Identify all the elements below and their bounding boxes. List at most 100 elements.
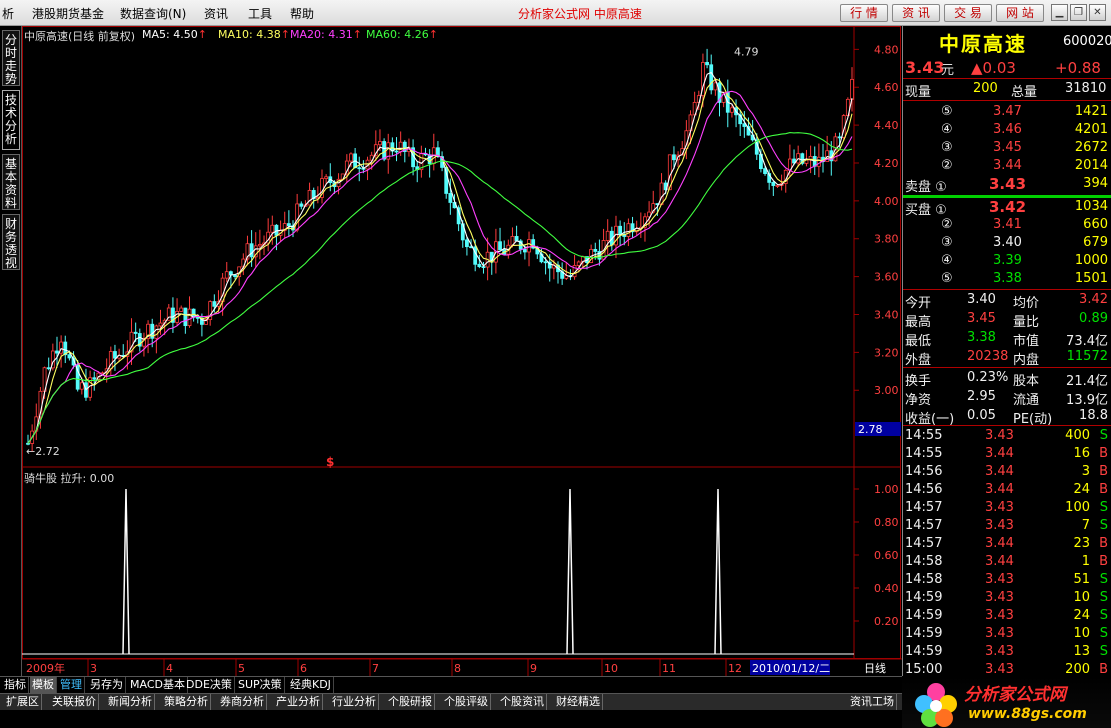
high-annotation: 4.79 <box>734 45 759 58</box>
tab-technical[interactable]: 技术分析 <box>2 90 20 150</box>
tick-side: S <box>1099 500 1108 515</box>
tab-template[interactable]: 模板 <box>30 677 57 693</box>
candle-body <box>605 230 610 241</box>
buy-price: 3.42 <box>989 198 1027 216</box>
stat2-row: 换手 0.23% 股本 21.4亿 <box>903 369 1111 389</box>
tick-side: S <box>1099 626 1108 641</box>
tab-fundamentals[interactable]: 基本资料 <box>2 154 20 210</box>
candle-body <box>295 203 300 231</box>
tick-row: 14:59 3.43 10 S <box>903 625 1111 643</box>
stat-label: 最低 <box>905 334 932 349</box>
tab-info-factory[interactable]: 资讯工场 <box>848 694 897 710</box>
tab-finance-picks[interactable]: 财经精选 <box>554 694 603 710</box>
x-axis-label: 8 <box>454 662 461 675</box>
close-icon[interactable]: ✕ <box>1089 4 1106 21</box>
tab-rating[interactable]: 个股评级 <box>442 694 491 710</box>
sell-level-label: ② <box>941 158 953 173</box>
ma60-legend: MA60: 4.26↑ <box>366 28 438 41</box>
buy-price: 3.40 <box>993 235 1022 250</box>
tab-save-as[interactable]: 另存为 <box>88 677 126 693</box>
tick-price: 3.43 <box>985 662 1014 677</box>
stat-label: 市值 <box>1013 334 1040 349</box>
buy-level-row: ⑤ 3.38 1501 <box>903 270 1111 288</box>
tab-intraday[interactable]: 分时走势 <box>2 30 20 86</box>
signal-spike <box>122 488 130 655</box>
tab-fundamentals-label: 基本资料 <box>4 157 17 210</box>
menu-help[interactable]: 帮助 <box>290 5 314 22</box>
restore-icon[interactable]: ❐ <box>1070 4 1087 21</box>
candle-body <box>92 377 97 380</box>
quotes-button[interactable]: 行 情 <box>840 4 888 22</box>
kline-chart-area[interactable]: 4.80 4.60 4.40 4.20 4.00 3.80 3.60 3.40 3.20 3.00… <box>22 26 902 676</box>
tick-volume: 7 <box>1081 518 1090 533</box>
candle-body <box>514 236 519 242</box>
menu-analysis[interactable]: 析 <box>2 5 14 22</box>
candle-body <box>349 153 353 162</box>
menu-data-query[interactable]: 数据查询(N) <box>120 5 186 22</box>
sell-volume: 394 <box>1083 176 1108 191</box>
tab-strategy[interactable]: 策略分析 <box>162 694 211 710</box>
tab-stock-news[interactable]: 个股资讯 <box>498 694 547 710</box>
tab-extension[interactable]: 扩展区 <box>4 694 42 710</box>
tick-time: 14:55 <box>905 446 943 461</box>
tab-related-quotes[interactable]: 关联报价 <box>50 694 99 710</box>
stat-label: 量比 <box>1013 315 1040 330</box>
candle-body <box>398 141 403 153</box>
stat-value: 20238 <box>967 349 1009 364</box>
x-axis-label: 2009年 <box>26 661 65 675</box>
ma60-label: MA60: 4.26 <box>366 28 429 41</box>
tick-volume: 23 <box>1073 536 1090 551</box>
tick-time: 14:55 <box>905 428 943 443</box>
buy-volume: 679 <box>1083 235 1108 250</box>
y-tick-label: 3.00 <box>874 384 899 397</box>
menu-hk-futures-funds[interactable]: 港股期货基金 <box>32 5 104 22</box>
sell-level-label: ④ <box>941 122 953 137</box>
stat-value: 11572 <box>1066 349 1108 364</box>
tab-financials[interactable]: 财务透视 <box>2 214 20 270</box>
tick-time: 14:57 <box>905 500 943 515</box>
ma20-label: MA20: 4.31 <box>290 28 353 41</box>
menu-tools[interactable]: 工具 <box>248 5 272 22</box>
stat-value: 13.9亿 <box>1066 393 1108 408</box>
tab-broker[interactable]: 券商分析 <box>218 694 267 710</box>
candle-body <box>183 307 188 327</box>
tab-dde[interactable]: DDE决策 <box>184 677 235 693</box>
kline-svg[interactable]: 4.80 4.60 4.40 4.20 4.00 3.80 3.60 3.40 3.20 3.00… <box>22 26 902 676</box>
tick-row: 14:58 3.43 51 S <box>903 571 1111 589</box>
tab-kdj[interactable]: 经典KDJ <box>288 677 334 693</box>
y-tick-label: 4.40 <box>874 119 899 132</box>
y-tick-label: 3.60 <box>874 271 899 284</box>
minimize-icon[interactable]: ▁ <box>1051 4 1068 21</box>
tab-manage[interactable]: 管理 <box>58 677 85 693</box>
candle-body <box>709 64 714 91</box>
tab-sup[interactable]: SUP决策 <box>236 677 285 693</box>
news-button[interactable]: 资 讯 <box>892 4 940 22</box>
tick-row: 14:55 3.43 400 S <box>903 427 1111 445</box>
sub-y-tick-label: 0.20 <box>874 615 899 628</box>
buy-price: 3.39 <box>993 253 1022 268</box>
tick-row: 14:59 3.43 13 S <box>903 643 1111 661</box>
sub-y-tick-label: 0.60 <box>874 549 899 562</box>
tab-macd[interactable]: MACD基本 <box>128 677 188 693</box>
candle-body <box>249 243 254 258</box>
trade-button[interactable]: 交 易 <box>944 4 992 22</box>
candle-body <box>465 239 469 248</box>
tick-volume: 3 <box>1081 464 1090 479</box>
tick-side: B <box>1099 554 1108 569</box>
tab-research[interactable]: 个股研报 <box>386 694 435 710</box>
menu-news[interactable]: 资讯 <box>204 5 228 22</box>
stat-value: 21.4亿 <box>1066 374 1108 389</box>
buy-volume: 1501 <box>1074 271 1108 286</box>
tab-sector[interactable]: 行业分析 <box>330 694 379 710</box>
y-tick-label: 3.40 <box>874 308 899 321</box>
buy-level-row: ② 3.41 660 <box>903 216 1111 234</box>
stat-label: 外盘 <box>905 353 932 368</box>
tick-price: 3.43 <box>985 428 1014 443</box>
tab-industry-chain[interactable]: 产业分析 <box>274 694 323 710</box>
stock-header: 中原高速 600020 <box>903 28 1111 56</box>
tab-indicator[interactable]: 指标 <box>2 677 29 693</box>
tab-news-analysis[interactable]: 新闻分析 <box>106 694 155 710</box>
candle-body <box>816 156 821 167</box>
candle-body <box>672 154 676 161</box>
website-button[interactable]: 网 站 <box>996 4 1044 22</box>
